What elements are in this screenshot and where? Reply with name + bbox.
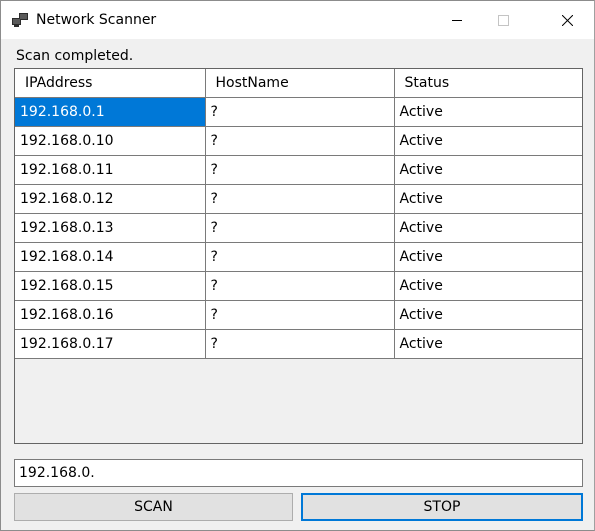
hostname-cell[interactable]: ? xyxy=(205,300,395,330)
title-bar[interactable]: Network Scanner xyxy=(1,1,594,39)
ip-cell[interactable]: 192.168.0.10 xyxy=(15,126,206,156)
ip-cell[interactable]: 192.168.0.14 xyxy=(15,242,206,272)
ip-cell[interactable]: 192.168.0.13 xyxy=(15,213,206,243)
hostname-cell[interactable]: ? xyxy=(205,97,395,127)
table-row[interactable]: 192.168.0.11 ? Active xyxy=(15,155,582,185)
hostname-cell[interactable]: ? xyxy=(205,329,395,359)
hostname-cell[interactable]: ? xyxy=(205,242,395,272)
hostname-cell[interactable]: ? xyxy=(205,126,395,156)
scan-button[interactable]: SCAN xyxy=(14,493,293,521)
ip-cell[interactable]: 192.168.0.1 xyxy=(15,97,206,127)
maximize-button[interactable] xyxy=(480,1,526,39)
status-cell[interactable]: Active xyxy=(394,271,582,301)
stop-button[interactable]: STOP xyxy=(301,493,583,521)
status-cell[interactable]: Active xyxy=(394,213,582,243)
address-input[interactable] xyxy=(14,459,583,487)
status-cell[interactable]: Active xyxy=(394,329,582,359)
main-window: Network Scanner Scan completed. IPAddres… xyxy=(0,0,595,531)
results-grid[interactable]: IPAddress HostName Status 192.168.0.1 ? … xyxy=(14,68,583,444)
status-cell[interactable]: Active xyxy=(394,126,582,156)
status-cell[interactable]: Active xyxy=(394,97,582,127)
table-row[interactable]: 192.168.0.14 ? Active xyxy=(15,242,582,272)
status-label: Scan completed. xyxy=(16,48,134,64)
window-title: Network Scanner xyxy=(36,12,157,28)
hostname-cell[interactable]: ? xyxy=(205,271,395,301)
network-computers-icon xyxy=(12,13,28,27)
hostname-cell[interactable]: ? xyxy=(205,213,395,243)
column-header-ipaddress[interactable]: IPAddress xyxy=(15,69,206,98)
status-cell[interactable]: Active xyxy=(394,184,582,214)
table-row[interactable]: 192.168.0.15 ? Active xyxy=(15,271,582,301)
ip-cell[interactable]: 192.168.0.12 xyxy=(15,184,206,214)
column-header-hostname[interactable]: HostName xyxy=(205,69,395,98)
hostname-cell[interactable]: ? xyxy=(205,184,395,214)
close-button[interactable] xyxy=(544,1,590,39)
status-cell[interactable]: Active xyxy=(394,300,582,330)
ip-cell[interactable]: 192.168.0.15 xyxy=(15,271,206,301)
ip-cell[interactable]: 192.168.0.16 xyxy=(15,300,206,330)
ip-cell[interactable]: 192.168.0.17 xyxy=(15,329,206,359)
table-row[interactable]: 192.168.0.13 ? Active xyxy=(15,213,582,243)
table-row[interactable]: 192.168.0.16 ? Active xyxy=(15,300,582,330)
table-row[interactable]: 192.168.0.10 ? Active xyxy=(15,126,582,156)
table-row[interactable]: 192.168.0.17 ? Active xyxy=(15,329,582,359)
close-icon xyxy=(561,14,573,26)
minimize-icon xyxy=(452,15,462,25)
ip-cell[interactable]: 192.168.0.11 xyxy=(15,155,206,185)
minimize-button[interactable] xyxy=(434,1,480,39)
header-row: IPAddress HostName Status xyxy=(15,69,582,98)
status-cell[interactable]: Active xyxy=(394,155,582,185)
table-row[interactable]: 192.168.0.1 ? Active xyxy=(15,97,582,127)
status-cell[interactable]: Active xyxy=(394,242,582,272)
maximize-icon xyxy=(497,14,509,26)
column-header-status[interactable]: Status xyxy=(394,69,582,98)
table-row[interactable]: 192.168.0.12 ? Active xyxy=(15,184,582,214)
hostname-cell[interactable]: ? xyxy=(205,155,395,185)
results-table: IPAddress HostName Status 192.168.0.1 ? … xyxy=(15,69,582,359)
